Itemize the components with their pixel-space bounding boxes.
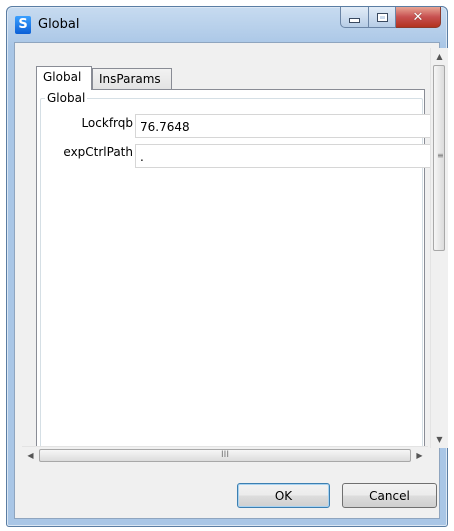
minimize-button[interactable] xyxy=(340,7,369,28)
scroll-down-arrow-icon[interactable]: ▼ xyxy=(431,431,448,448)
close-icon: ✕ xyxy=(412,9,424,25)
tab-insparams[interactable]: InsParams xyxy=(92,68,172,89)
horizontal-scroll-thumb[interactable]: III xyxy=(39,449,411,462)
lockfrqb-field[interactable]: 76.7648 xyxy=(135,114,441,138)
maximize-icon xyxy=(376,12,388,22)
window-title: Global xyxy=(38,17,80,32)
title-bar[interactable]: S Global ✕ xyxy=(7,7,447,43)
minimize-icon xyxy=(349,18,360,23)
scroll-left-arrow-icon[interactable]: ◀ xyxy=(22,447,39,464)
lockfrqb-label: Lockfrqb xyxy=(81,116,133,130)
expctrlpath-field[interactable]: . xyxy=(135,144,441,168)
maximize-button[interactable] xyxy=(369,7,396,28)
scroll-area: Global InsParams Global Lockfrqb 76.7648… xyxy=(15,43,441,468)
expctrlpath-label: expCtrlPath xyxy=(63,145,133,159)
s-app-icon: S xyxy=(15,16,31,34)
scroll-up-arrow-icon[interactable]: ▲ xyxy=(431,48,448,65)
group-box-title: Global xyxy=(45,91,88,105)
vertical-scrollbar[interactable]: ▲ ≡ ▼ xyxy=(430,48,448,448)
vertical-grip-icon: ≡ xyxy=(437,151,444,160)
horizontal-scrollbar[interactable]: ◀ III ▶ xyxy=(22,446,428,464)
scroll-right-arrow-icon[interactable]: ▶ xyxy=(411,447,428,464)
cancel-button[interactable]: Cancel xyxy=(342,483,437,508)
vertical-scroll-thumb[interactable]: ≡ xyxy=(433,65,445,251)
horizontal-grip-icon: III xyxy=(221,450,229,460)
tab-global[interactable]: Global xyxy=(36,66,92,90)
group-box-global: Global Lockfrqb 76.7648 expCtrlPath . xyxy=(40,91,441,458)
caption-buttons: ✕ xyxy=(340,7,441,28)
close-button[interactable]: ✕ xyxy=(396,7,441,28)
ok-button[interactable]: OK xyxy=(237,483,330,508)
tab-panel-global: Global Lockfrqb 76.7648 expCtrlPath . xyxy=(36,89,441,461)
